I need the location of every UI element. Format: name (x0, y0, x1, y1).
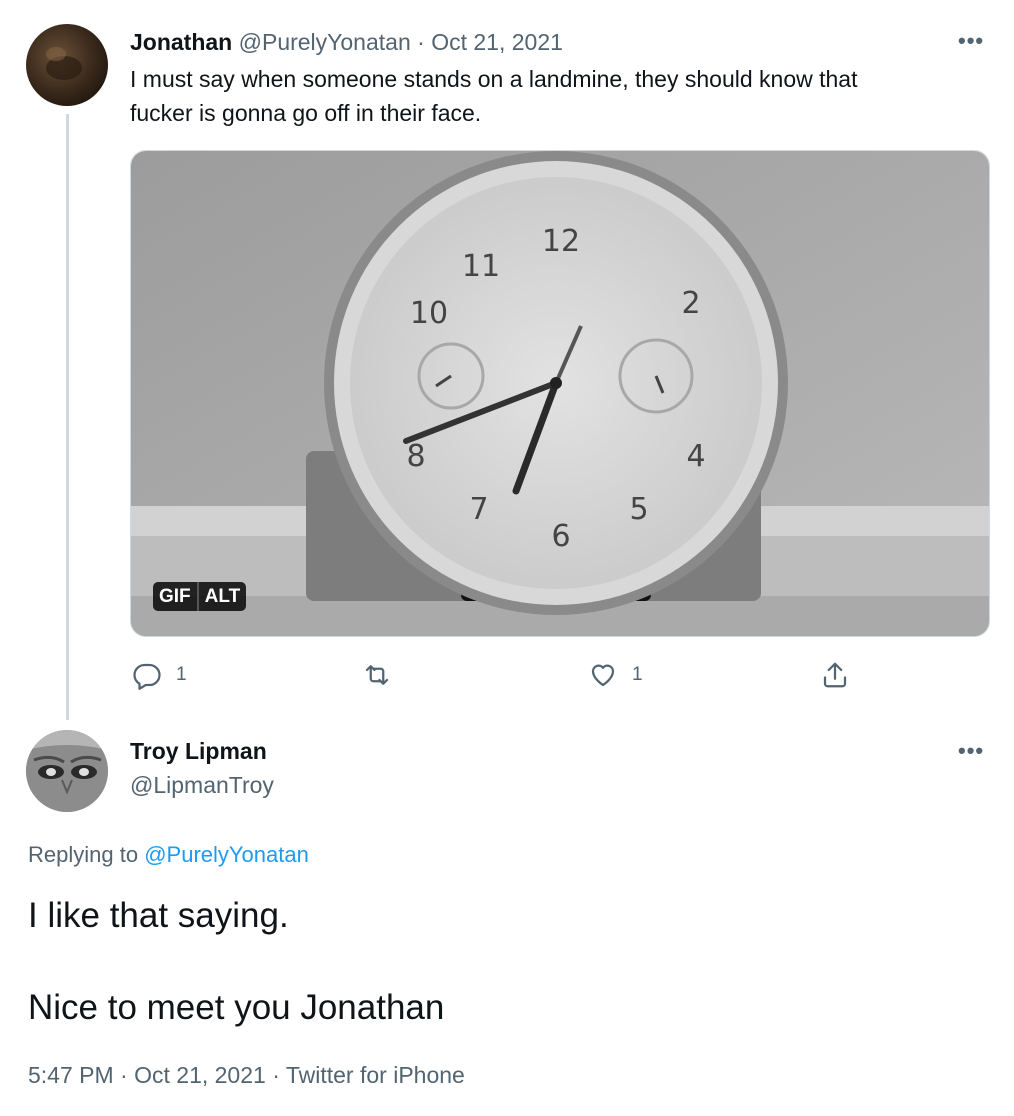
avatar-jonathan[interactable] (26, 24, 108, 106)
reply-more-icon[interactable]: ••• (958, 740, 984, 762)
reply-icon (133, 663, 161, 690)
svg-text:2: 2 (681, 286, 700, 321)
tweet-text: I must say when someone stands on a land… (130, 62, 990, 130)
replying-to-prefix: Replying to (28, 842, 139, 867)
like-count: 1 (632, 664, 643, 685)
thread-connector-line (66, 114, 69, 720)
meta-separator-1: · (120, 1062, 128, 1088)
svg-text:6: 6 (551, 519, 570, 554)
reply-meta: 5:47 PM · Oct 21, 2021 · Twitter for iPh… (28, 1062, 465, 1089)
share-icon (823, 662, 847, 688)
reply-count: 1 (176, 664, 187, 685)
header-separator: · (417, 29, 425, 55)
tweet-text-line-2: fucker is gonna go off in their face. (130, 100, 482, 126)
svg-text:12: 12 (542, 224, 580, 259)
avatar-troy-image (26, 730, 108, 812)
clock-gif-image: 12 11 10 2 4 5 6 7 8 (131, 151, 989, 636)
svg-text:4: 4 (686, 439, 705, 474)
like-action[interactable]: 1 (588, 660, 643, 690)
reply-date[interactable]: Oct 21, 2021 (134, 1062, 266, 1088)
retweet-action[interactable] (362, 660, 392, 690)
gif-media[interactable]: 12 11 10 2 4 5 6 7 8 GIF ALT (130, 150, 990, 637)
share-action[interactable] (820, 660, 850, 690)
tweet-text-line-1: I must say when someone stands on a land… (130, 66, 858, 92)
author-handle[interactable]: @PurelyYonatan (239, 29, 411, 55)
tweet-header: Jonathan @PurelyYonatan · Oct 21, 2021 (130, 27, 563, 57)
reply-time[interactable]: 5:47 PM (28, 1062, 114, 1088)
author-name[interactable]: Jonathan (130, 29, 232, 55)
svg-text:7: 7 (469, 492, 488, 527)
reply-author-name[interactable]: Troy Lipman (130, 738, 267, 765)
media-badges: GIF ALT (153, 582, 247, 611)
meta-separator-2: · (272, 1062, 280, 1088)
retweet-icon (365, 665, 389, 685)
more-icon[interactable]: ••• (958, 30, 984, 52)
reply-text-line-1: I like that saying. (28, 896, 289, 935)
reply-source[interactable]: Twitter for iPhone (286, 1062, 465, 1088)
svg-text:11: 11 (462, 249, 500, 284)
reply-action[interactable]: 1 (132, 660, 187, 690)
reply-text-line-2: Nice to meet you Jonathan (28, 988, 445, 1027)
avatar-troy[interactable] (26, 730, 108, 812)
alt-badge[interactable]: ALT (196, 582, 247, 611)
gif-badge: GIF (153, 582, 197, 611)
like-icon (591, 664, 615, 687)
replying-to-link[interactable]: @PurelyYonatan (144, 842, 309, 867)
tweet-date[interactable]: Oct 21, 2021 (431, 29, 563, 55)
replying-to-line: Replying to @PurelyYonatan (28, 842, 309, 868)
avatar-jonathan-image (26, 24, 108, 106)
svg-text:5: 5 (629, 492, 648, 527)
svg-text:10: 10 (410, 296, 448, 331)
svg-text:8: 8 (406, 439, 425, 474)
reply-author-handle[interactable]: @LipmanTroy (130, 772, 274, 799)
